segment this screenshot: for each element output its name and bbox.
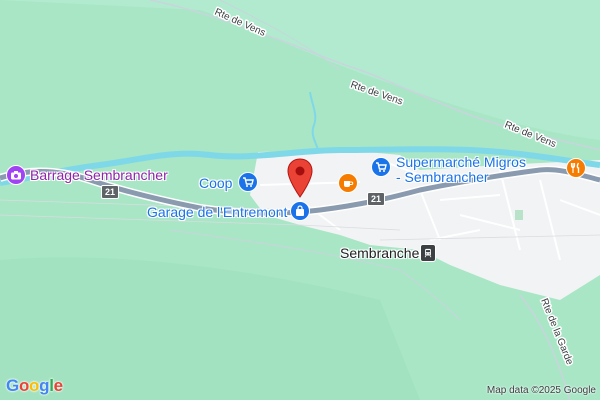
google-logo: Google (6, 376, 63, 395)
map-attribution[interactable]: Map data ©2025 Google (487, 385, 596, 396)
shopping-cart-icon (238, 172, 258, 192)
location-pin-icon[interactable] (287, 158, 313, 198)
poi-label-garage: Garage de l'Entremont (147, 204, 288, 220)
poi-label-station: Sembrancher (340, 245, 425, 261)
poi-label-coop: Coop (199, 175, 233, 191)
route-shield-21: 21 (101, 185, 120, 199)
coffee-cup-icon[interactable] (338, 173, 358, 193)
shopping-cart-icon (371, 157, 391, 177)
fork-knife-icon[interactable] (566, 158, 586, 178)
route-shield-21: 21 (367, 192, 386, 206)
shopping-bag-icon (290, 201, 310, 221)
map-canvas[interactable]: Rte de Vens Rte de Vens Rte de Vens Rte … (0, 0, 600, 400)
poi-label-supermarche-line2: - Sembrancher (396, 169, 489, 185)
park-patch (515, 210, 523, 220)
camera-icon (6, 165, 26, 185)
train-icon (420, 244, 436, 262)
poi-label-barrage: Barrage Sembrancher (30, 167, 168, 183)
poi-label-supermarche-line1: Supermarché Migros (396, 154, 526, 170)
map-base-layer: Rte de Vens Rte de Vens Rte de Vens Rte … (0, 0, 600, 400)
